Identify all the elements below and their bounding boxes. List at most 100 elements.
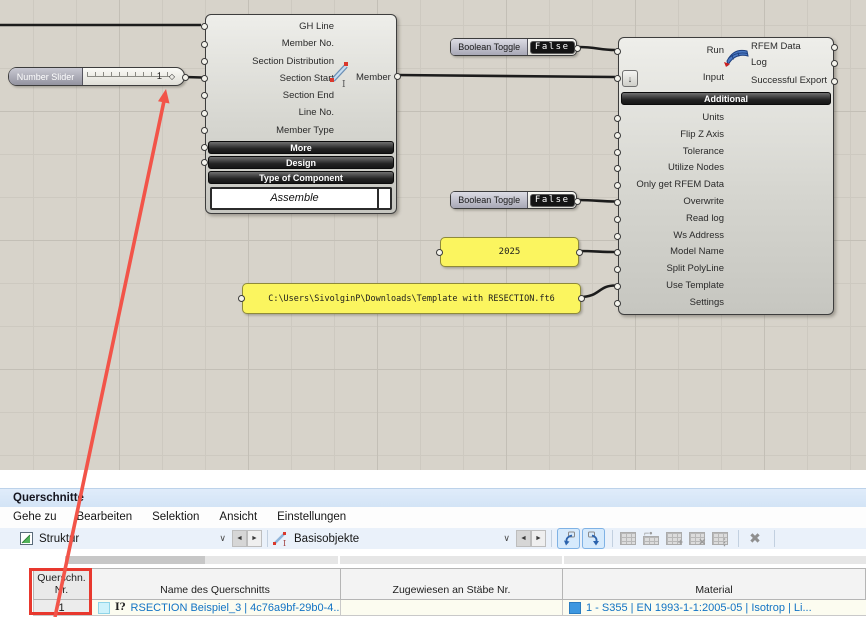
input-label: Section Start — [206, 70, 334, 87]
input-label: GH Line — [206, 18, 334, 35]
menu-ansicht[interactable]: Ansicht — [209, 507, 267, 528]
cell-name[interactable]: I? RSECTION Beispiel_3 | 4c76a9bf-29b0-4… — [90, 600, 340, 616]
output-socket[interactable] — [576, 249, 583, 256]
boolean-toggle-2[interactable]: Boolean Toggle False — [450, 191, 577, 209]
output-socket[interactable] — [831, 60, 838, 67]
window-title-bar: Querschnitte — [0, 488, 866, 507]
next-button[interactable]: ► — [531, 530, 546, 547]
input-socket[interactable] — [201, 159, 208, 166]
more-bar[interactable]: More — [208, 141, 394, 154]
additional-bar[interactable]: Additional — [621, 92, 831, 105]
material-link[interactable]: 1 - S355 | EN 1993-1-1:2005-05 | Isotrop… — [586, 602, 812, 614]
next-button[interactable]: ► — [247, 530, 262, 547]
input-socket[interactable] — [436, 249, 443, 256]
prev-button[interactable]: ◄ — [232, 530, 247, 547]
menu-gehe-zu[interactable]: Gehe zu — [3, 507, 66, 528]
cell-material[interactable]: 1 - S355 | EN 1993-1-1:2005-05 | Isotrop… — [562, 600, 866, 616]
input-socket[interactable] — [614, 283, 621, 290]
expand-input-button[interactable]: ↓ — [622, 70, 638, 87]
menu-bearbeiten[interactable]: Bearbeiten — [66, 507, 142, 528]
input-socket[interactable] — [614, 75, 621, 82]
cell-assigned[interactable] — [340, 600, 562, 616]
struktur-combo[interactable]: Struktur ∨ — [20, 532, 232, 545]
chevron-down-icon[interactable]: ∨ — [503, 533, 516, 544]
boolean-toggle-label: Boolean Toggle — [451, 39, 528, 55]
output-socket[interactable] — [574, 198, 581, 205]
panel-year-value: 2025 — [499, 247, 521, 257]
output-socket[interactable] — [578, 295, 585, 302]
member-component[interactable]: GH Line Member No. Section Distribution … — [205, 14, 397, 214]
input-label: Section Distribution — [206, 53, 334, 70]
table-dots-button[interactable]: ⋮ — [710, 530, 730, 548]
number-slider-label: Number Slider — [9, 68, 83, 85]
header-assigned: Zugewiesen an Stäbe Nr. — [340, 568, 563, 600]
input-socket[interactable] — [614, 48, 621, 55]
output-socket[interactable] — [831, 78, 838, 85]
input-socket[interactable] — [614, 216, 621, 223]
basisobjekte-combo[interactable]: I Basisobjekte ∨ — [273, 531, 516, 546]
input-socket[interactable] — [201, 127, 208, 134]
input-label: Model Name — [619, 244, 724, 261]
input-label: Ws Address — [619, 228, 724, 245]
wire — [578, 251, 615, 252]
boolean-toggle-1[interactable]: Boolean Toggle False — [450, 38, 577, 56]
rfem-export-component[interactable]: Run Input ↓ RFEM Data Log Successful Exp… — [618, 37, 834, 315]
strip-divider — [562, 556, 564, 564]
boolean-toggle-value[interactable]: False — [530, 194, 575, 207]
wire — [578, 47, 615, 50]
output-socket[interactable] — [574, 45, 581, 52]
menu-einstellungen[interactable]: Einstellungen — [267, 507, 356, 528]
table-add-button[interactable]: + — [664, 530, 684, 548]
input-socket[interactable] — [238, 295, 245, 302]
scrollbar-thumb[interactable] — [65, 556, 205, 564]
table-row-button[interactable]: ⌐• — [641, 530, 661, 548]
member-icon: I — [273, 531, 288, 546]
grasshopper-canvas[interactable]: Number Slider 1 ◇ GH Line Member No. Sec… — [0, 0, 866, 470]
wire — [578, 200, 615, 202]
input-socket[interactable] — [614, 149, 621, 156]
menu-selektion[interactable]: Selektion — [142, 507, 209, 528]
input-socket[interactable] — [201, 144, 208, 151]
header-label: Material — [695, 584, 732, 596]
chevron-down-icon[interactable]: ∨ — [219, 533, 232, 544]
sync-from-graphic-button[interactable] — [557, 528, 580, 549]
annotation-rectangle — [29, 568, 92, 615]
output-socket[interactable] — [831, 44, 838, 51]
output-socket[interactable] — [394, 73, 401, 80]
input-label: Split PolyLine — [619, 261, 724, 278]
number-slider-track[interactable]: 1 ◇ — [83, 68, 184, 85]
horizontal-scrollbar[interactable] — [65, 556, 866, 564]
assemble-button[interactable]: Assemble — [210, 187, 392, 210]
table-view-button[interactable] — [618, 530, 638, 548]
prev-button[interactable]: ◄ — [516, 530, 531, 547]
delete-button[interactable]: ✖ — [744, 530, 766, 548]
struktur-icon — [20, 532, 33, 545]
table-cross-button[interactable]: ✕ — [687, 530, 707, 548]
number-slider[interactable]: Number Slider 1 ◇ — [8, 67, 185, 86]
boolean-toggle-value[interactable]: False — [530, 41, 575, 54]
design-bar[interactable]: Design — [208, 156, 394, 169]
panel-year[interactable]: 2025 — [440, 237, 579, 267]
header-name: Name des Querschnitts — [89, 568, 341, 600]
prev-icon: ◄ — [520, 535, 527, 542]
input-socket[interactable] — [614, 199, 621, 206]
input-socket[interactable] — [201, 110, 208, 117]
slider-handle[interactable]: ◇ — [169, 72, 175, 81]
delete-icon: ✖ — [749, 530, 761, 547]
input-socket[interactable] — [614, 233, 621, 240]
input-socket[interactable] — [614, 132, 621, 139]
input-socket[interactable] — [614, 115, 621, 122]
input-socket[interactable] — [201, 58, 208, 65]
type-of-component-bar[interactable]: Type of Component — [208, 171, 394, 184]
wire — [580, 286, 615, 298]
sync-to-graphic-button[interactable] — [582, 528, 605, 549]
header-label: Name des Querschnitts — [160, 584, 270, 596]
input-socket[interactable] — [201, 41, 208, 48]
input-socket[interactable] — [614, 300, 621, 307]
panel-template-path[interactable]: C:\Users\SivolginP\Downloads\Template wi… — [242, 283, 581, 314]
strip-divider — [338, 556, 340, 564]
table-row-icon: ⌐• — [643, 536, 659, 545]
input-label: Section End — [206, 87, 334, 104]
section-name-link[interactable]: RSECTION Beispiel_3 | 4c76a9bf-29b0-4... — [131, 602, 340, 614]
output-socket[interactable] — [182, 74, 189, 81]
